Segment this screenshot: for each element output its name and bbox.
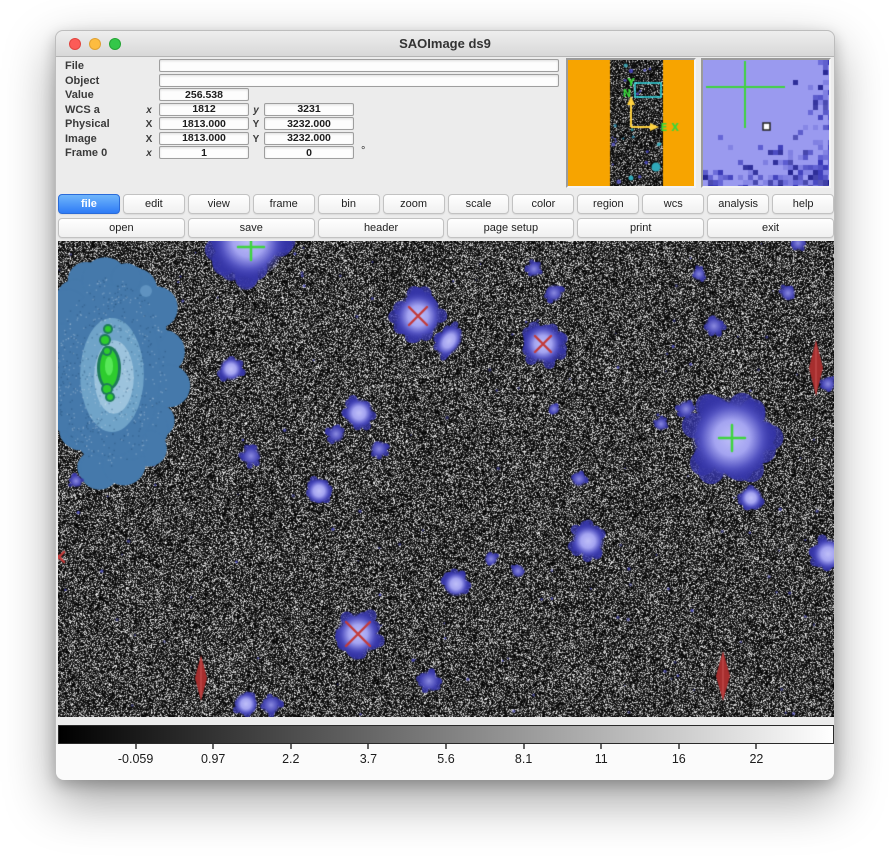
close-button[interactable] (69, 38, 81, 50)
page-setup-button[interactable]: page setup (447, 218, 574, 238)
menu-help[interactable]: help (772, 194, 834, 214)
colorbar-tick (135, 744, 137, 749)
menu-wcs[interactable]: wcs (642, 194, 704, 214)
menu-analysis[interactable]: analysis (707, 194, 769, 214)
magnifier-canvas (703, 60, 829, 186)
colorbar-tick (678, 744, 680, 749)
header-button[interactable]: header (318, 218, 445, 238)
save-button[interactable]: save (188, 218, 315, 238)
traffic-lights (69, 38, 121, 50)
colorbar-tick-label: 5.6 (411, 752, 481, 766)
physical-y-axis-label: Y (250, 119, 262, 130)
object-label: Object (65, 75, 99, 87)
menu-color[interactable]: color (512, 194, 574, 214)
minimize-button[interactable] (89, 38, 101, 50)
menu-frame[interactable]: frame (253, 194, 315, 214)
colorbar-tick (445, 744, 447, 749)
colorbar-tick-label: 0.97 (178, 752, 248, 766)
print-button[interactable]: print (577, 218, 704, 238)
colorbar-tick (367, 744, 369, 749)
image-x-field[interactable] (159, 132, 249, 145)
image-display[interactable] (58, 241, 834, 717)
menu-bin[interactable]: bin (318, 194, 380, 214)
physical-y-field[interactable] (264, 117, 354, 130)
exit-button[interactable]: exit (707, 218, 834, 238)
degree-symbol: ° (361, 145, 365, 157)
wcs-y-axis-label: y (250, 105, 262, 116)
value-field[interactable] (159, 88, 249, 101)
panner-canvas[interactable] (568, 60, 694, 186)
value-label: Value (65, 89, 94, 101)
colorbar-tick-label: 3.7 (333, 752, 403, 766)
menu-bar: file edit view frame bin zoom scale colo… (58, 194, 834, 214)
colorbar[interactable] (58, 725, 834, 744)
starfield-canvas[interactable] (58, 241, 834, 717)
physical-x-field[interactable] (159, 117, 249, 130)
image-x-axis-label: X (143, 134, 155, 145)
colorbar-tick-label: 2.2 (256, 752, 326, 766)
frame-label: Frame 0 (65, 147, 107, 159)
ds9-window: SAOImage ds9 File Object Value WCS a x y… (55, 30, 835, 780)
menu-edit[interactable]: edit (123, 194, 185, 214)
window-title: SAOImage ds9 (399, 36, 491, 51)
menu-zoom[interactable]: zoom (383, 194, 445, 214)
wcs-x-axis-label: x (143, 105, 155, 116)
colorbar-tick-label: 22 (721, 752, 791, 766)
physical-label: Physical (65, 118, 110, 130)
panner-panel[interactable] (566, 58, 696, 188)
colorbar-tick (290, 744, 292, 749)
image-y-axis-label: Y (250, 134, 262, 145)
menu-file[interactable]: file (58, 194, 120, 214)
file-label: File (65, 60, 84, 72)
frame-rotate-field[interactable] (264, 146, 354, 159)
image-y-field[interactable] (264, 132, 354, 145)
colorbar-tick (212, 744, 214, 749)
wcs-y-field[interactable] (264, 103, 354, 116)
colorbar-tick-label: 8.1 (489, 752, 559, 766)
colorbar-tick-label: 11 (566, 752, 636, 766)
frame-x-axis-label: x (143, 148, 155, 159)
colorbar-tick-label: 16 (644, 752, 714, 766)
physical-x-axis-label: X (143, 119, 155, 130)
menu-view[interactable]: view (188, 194, 250, 214)
colorbar-tick (600, 744, 602, 749)
file-field[interactable] (159, 59, 559, 72)
menu-region[interactable]: region (577, 194, 639, 214)
file-submenu-bar: open save header page setup print exit (58, 218, 834, 238)
menu-scale[interactable]: scale (448, 194, 510, 214)
title-bar[interactable]: SAOImage ds9 (56, 31, 834, 57)
zoom-button[interactable] (109, 38, 121, 50)
colorbar-scale: -0.059 0.97 2.2 3.7 5.6 8.1 11 16 22 (56, 744, 834, 780)
open-button[interactable]: open (58, 218, 185, 238)
colorbar-tick (755, 744, 757, 749)
magnifier-panel (701, 58, 831, 188)
colorbar-tick (523, 744, 525, 749)
wcs-x-field[interactable] (159, 103, 249, 116)
image-label: Image (65, 133, 97, 145)
wcs-label: WCS a (65, 104, 100, 116)
frame-zoom-field[interactable] (159, 146, 249, 159)
object-field[interactable] (159, 74, 559, 87)
colorbar-tick-label: -0.059 (101, 752, 171, 766)
